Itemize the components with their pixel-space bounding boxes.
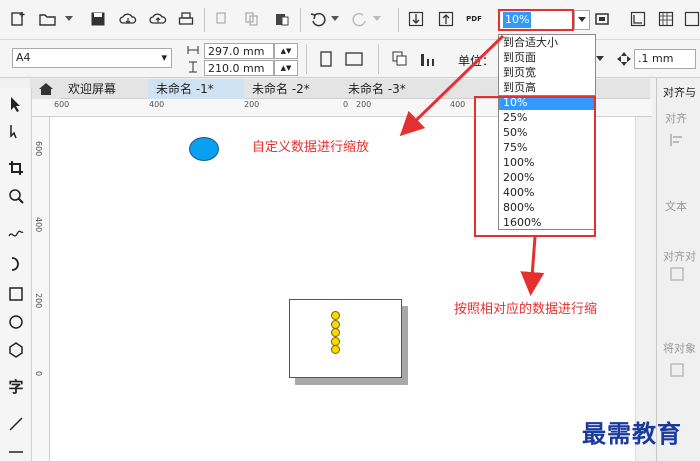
chevron-down-icon: ▾ — [161, 51, 167, 64]
v-tick: 200 — [34, 293, 43, 309]
width-icon — [186, 43, 200, 57]
docker-title: 对齐与 — [663, 86, 696, 99]
tab-welcome[interactable]: 欢迎屏幕 — [60, 79, 148, 99]
pick-tool-icon[interactable] — [6, 94, 26, 114]
zoom-option[interactable]: 到页面 — [499, 50, 595, 65]
page-height-field[interactable]: 210.0 mm — [204, 60, 274, 76]
zoom-dropdown-arrow[interactable] — [574, 10, 590, 30]
align-docker-panel: 对齐与 对齐 文本 对齐对 将对象 — [656, 78, 700, 461]
print-icon[interactable] — [176, 9, 196, 29]
tab-untitled-2[interactable]: 未命名 -2* — [244, 79, 340, 99]
paper-size-select[interactable]: A4 ▾ — [12, 48, 172, 68]
align-left-icon[interactable] — [667, 130, 687, 150]
export-icon[interactable] — [436, 9, 456, 29]
rectangle-tool-icon[interactable] — [6, 284, 26, 304]
dot-column[interactable] — [331, 311, 342, 354]
chevron-down-icon[interactable] — [372, 9, 382, 29]
zoom-tool-icon[interactable] — [6, 186, 26, 206]
vertical-ruler: 600 400 200 0 — [32, 117, 50, 461]
crop-tool-icon[interactable] — [6, 158, 26, 178]
landscape-icon[interactable] — [344, 49, 364, 69]
text-tool-icon[interactable]: 字 — [6, 376, 26, 396]
h-tick: 400 — [149, 100, 165, 109]
show-rulers-icon[interactable] — [628, 9, 648, 29]
document-page[interactable] — [289, 299, 402, 378]
docker-item: 对齐对 — [663, 250, 696, 263]
connector-tool-icon[interactable] — [6, 438, 26, 458]
chevron-down-icon[interactable] — [330, 9, 340, 29]
paste-icon[interactable] — [272, 9, 292, 29]
distribute-icon[interactable] — [667, 360, 687, 380]
watermark-text: 最需教育 — [582, 419, 682, 448]
units-label: 单位： — [458, 54, 495, 68]
dimension-tool-icon[interactable] — [6, 414, 26, 434]
open-folder-icon[interactable] — [38, 9, 58, 29]
vertical-scrollbar[interactable] — [635, 117, 652, 461]
ellipse-tool-icon[interactable] — [6, 312, 26, 332]
pdf-export-icon[interactable]: PDF — [464, 9, 484, 29]
nudge-value: .1 mm — [638, 52, 674, 65]
chevron-down-icon[interactable] — [64, 9, 74, 29]
polygon-tool-icon[interactable] — [6, 340, 26, 360]
custom-zoom-annotation: 自定义数据进行缩放 — [252, 140, 370, 155]
cloud-download-icon[interactable] — [118, 9, 138, 29]
grid-icon[interactable] — [656, 9, 676, 29]
portrait-icon[interactable] — [316, 49, 336, 69]
v-tick: 0 — [34, 371, 43, 377]
yellow-dot — [331, 328, 340, 337]
docker-item: 文本 — [665, 200, 687, 213]
h-tick: 600 — [54, 100, 70, 109]
toolbox: 字 — [0, 88, 32, 461]
h-tick: 200 — [244, 100, 260, 109]
page-width-field[interactable]: 297.0 mm — [204, 43, 274, 59]
guidelines-icon[interactable] — [682, 9, 700, 29]
zoom-option[interactable]: 到页宽 — [499, 65, 595, 80]
yellow-dot — [331, 345, 340, 354]
all-pages-icon[interactable] — [390, 49, 410, 69]
import-icon[interactable] — [406, 9, 426, 29]
yellow-dot — [331, 311, 340, 320]
width-spinner[interactable]: ▲▼ — [274, 43, 298, 59]
blue-ellipse[interactable] — [189, 137, 219, 161]
undo-icon[interactable] — [308, 9, 328, 29]
freehand-tool-icon[interactable] — [6, 222, 26, 242]
tab-untitled-1[interactable]: 未命名 -1* — [148, 79, 244, 99]
new-document-icon[interactable] — [8, 9, 28, 29]
docker-item: 对齐 — [665, 112, 687, 125]
preset-zoom-annotation: 按照相对应的数据进行缩 — [454, 302, 598, 317]
h-tick: 0 — [343, 100, 349, 109]
pdf-label: PDF — [466, 15, 482, 23]
docker-item: 将对象 — [663, 342, 696, 355]
full-screen-icon[interactable] — [592, 9, 612, 29]
redo-icon[interactable] — [350, 9, 370, 29]
height-icon — [186, 60, 200, 74]
h-tick: 200 — [356, 100, 372, 109]
zoom-value: 10% — [503, 12, 532, 28]
page-height-value: 210.0 mm — [208, 62, 265, 75]
preset-zoom-highlight — [474, 96, 596, 237]
align-object-icon[interactable] — [667, 264, 687, 284]
page-width-value: 297.0 mm — [208, 45, 265, 58]
nudge-icon — [614, 49, 634, 69]
paper-size-value: A4 — [16, 51, 31, 64]
shape-tool-icon[interactable] — [6, 122, 26, 142]
copy-icon[interactable] — [242, 9, 262, 29]
zoom-option[interactable]: 到合适大小 — [499, 35, 595, 50]
v-tick: 400 — [34, 217, 43, 233]
zoom-option[interactable]: 到页高 — [499, 80, 595, 95]
v-tick: 600 — [34, 141, 43, 157]
h-tick: 400 — [450, 100, 466, 109]
height-spinner[interactable]: ▲▼ — [274, 60, 298, 76]
current-page-icon[interactable] — [418, 49, 438, 69]
nudge-distance-field[interactable]: .1 mm — [634, 49, 696, 69]
tab-untitled-3[interactable]: 未命名 -3* — [340, 79, 436, 99]
home-icon[interactable] — [36, 79, 56, 99]
cut-icon[interactable] — [212, 9, 232, 29]
save-icon[interactable] — [88, 9, 108, 29]
cloud-upload-icon[interactable] — [148, 9, 168, 29]
artistic-media-icon[interactable] — [6, 254, 26, 274]
zoom-level-input[interactable]: 10% — [498, 9, 574, 31]
